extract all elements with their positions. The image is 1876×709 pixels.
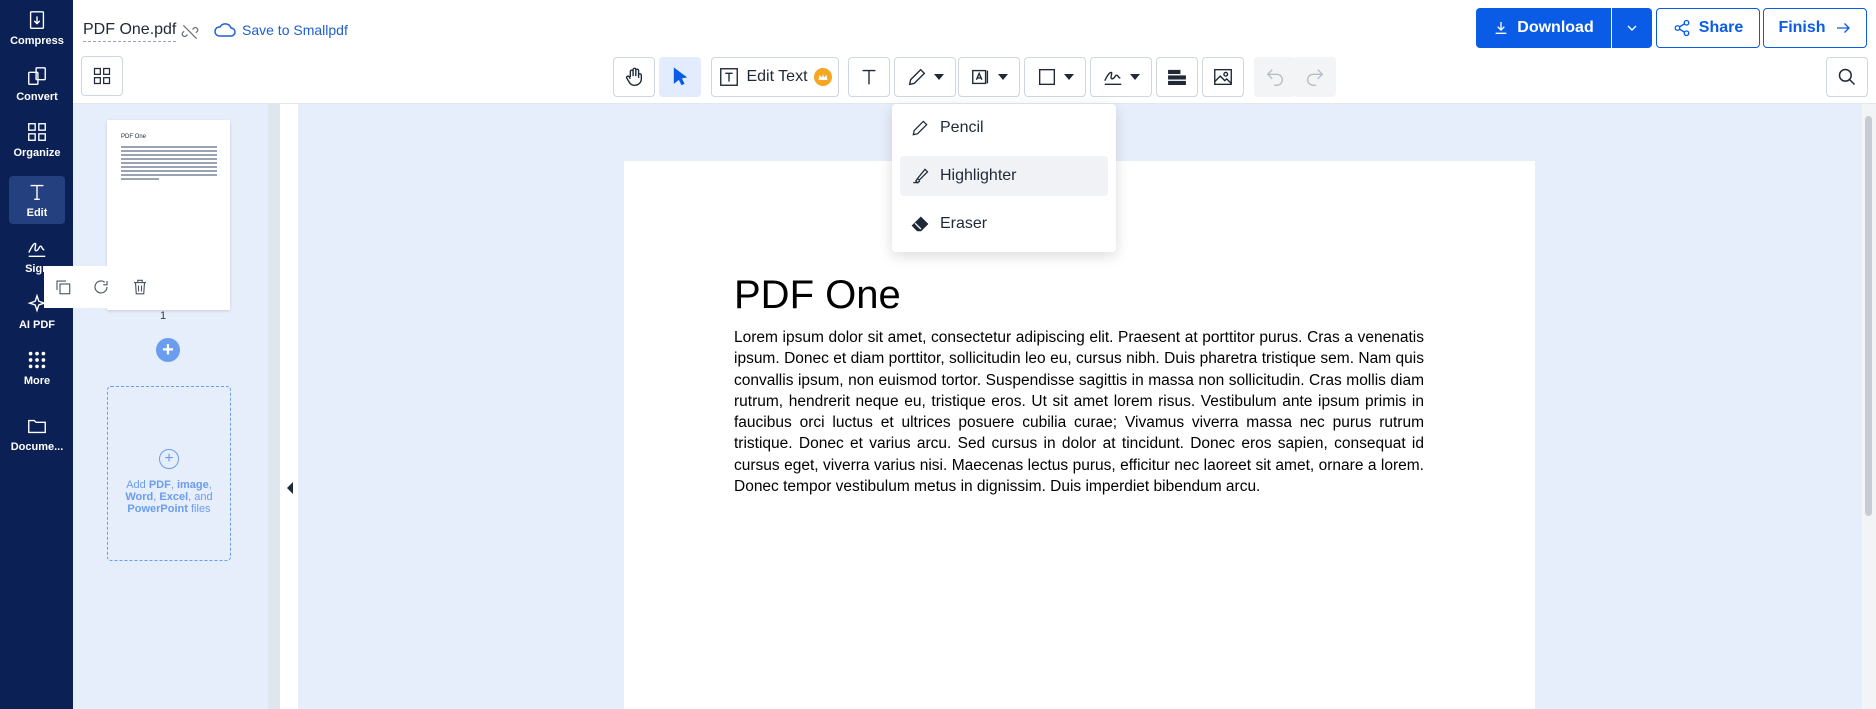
rotate-icon[interactable] xyxy=(92,278,110,296)
sidebar-item-label: Edit xyxy=(26,207,48,219)
dropzone-text: Add PDF, image, Word, Excel, and PowerPo… xyxy=(125,478,213,515)
add-files-dropzone[interactable]: + Add PDF, image, Word, Excel, and Power… xyxy=(107,386,231,561)
menu-item-label: Pencil xyxy=(940,119,984,136)
sidebar-item-label: Organize xyxy=(13,147,61,159)
sidebar-item-label: Compress xyxy=(10,35,64,47)
text-box-icon xyxy=(720,68,739,86)
plus-circle-icon: + xyxy=(159,448,179,469)
download-options-button[interactable] xyxy=(1612,8,1652,48)
sidebar-item-label: Convert xyxy=(16,91,58,103)
thumb-title: PDF One xyxy=(121,134,147,140)
share-icon xyxy=(1674,19,1690,37)
document-title: PDF One xyxy=(734,273,901,317)
chevron-down-icon xyxy=(998,74,1008,80)
collapse-panel-icon[interactable] xyxy=(287,482,293,494)
download-icon xyxy=(1495,22,1507,34)
image-icon xyxy=(1214,68,1232,86)
sidebar-item-documents[interactable]: Docume... xyxy=(9,410,65,458)
vertical-scrollbar[interactable] xyxy=(1862,104,1876,709)
compress-icon xyxy=(29,11,45,29)
redo-icon xyxy=(1307,69,1324,86)
redo-button[interactable] xyxy=(1294,57,1336,97)
add-page-button[interactable]: + xyxy=(156,338,180,362)
unlink-icon[interactable] xyxy=(180,22,200,42)
share-button[interactable]: Share xyxy=(1656,8,1760,48)
signature-icon xyxy=(1104,71,1122,86)
eraser-icon xyxy=(911,216,929,232)
download-label: Download xyxy=(1517,19,1594,36)
chevron-down-icon xyxy=(1627,25,1637,31)
edit-text-button[interactable]: Edit Text xyxy=(711,57,839,97)
folder-icon xyxy=(28,419,46,434)
document-body: Lorem ipsum dolor sit amet, consectetur … xyxy=(734,329,1424,496)
signature-tool-button[interactable] xyxy=(1090,57,1152,97)
square-icon xyxy=(1038,68,1056,86)
undo-button[interactable] xyxy=(1254,57,1296,97)
menu-item-eraser[interactable]: Eraser xyxy=(900,204,1108,244)
pencil-icon xyxy=(912,120,928,136)
search-button[interactable] xyxy=(1826,57,1868,97)
sidebar-item-label: AI PDF xyxy=(18,319,56,331)
text-field-tool-button[interactable] xyxy=(958,57,1020,97)
finish-label: Finish xyxy=(1778,19,1826,36)
hand-icon xyxy=(625,67,643,86)
share-label: Share xyxy=(1698,19,1744,36)
app-sidebar: Compress Convert Organize Edit Sign AI P… xyxy=(0,0,73,709)
thumbnail-actions xyxy=(44,266,159,308)
organize-icon xyxy=(28,123,46,141)
grid-icon xyxy=(93,67,111,85)
pencil-icon xyxy=(908,68,926,86)
highlighter-icon xyxy=(913,168,929,184)
plus-icon: + xyxy=(162,338,174,361)
crown-icon xyxy=(813,68,832,86)
chevron-down-icon xyxy=(1064,74,1074,80)
sidebar-item-label: Docume... xyxy=(10,441,64,453)
search-icon xyxy=(1838,68,1856,86)
text-field-icon xyxy=(972,69,989,85)
sign-icon xyxy=(28,242,46,257)
edit-text-icon xyxy=(30,184,44,201)
text-icon xyxy=(862,69,876,85)
menu-item-label: Highlighter xyxy=(940,167,1017,184)
scrollbar-thumb[interactable] xyxy=(1865,116,1872,516)
convert-icon xyxy=(28,67,46,85)
image-tool-button[interactable] xyxy=(1202,57,1244,97)
draw-tool-button[interactable] xyxy=(894,57,956,97)
finish-button[interactable]: Finish xyxy=(1763,8,1867,48)
chevron-down-icon xyxy=(1130,74,1140,80)
select-tool-button[interactable] xyxy=(659,57,701,97)
hand-tool-button[interactable] xyxy=(613,57,655,97)
draw-tool-menu: Pencil Highlighter Eraser xyxy=(892,104,1116,252)
cursor-arrow-icon xyxy=(673,67,688,86)
add-text-button[interactable] xyxy=(848,57,890,97)
undo-icon xyxy=(1266,69,1283,86)
page-number: 1 xyxy=(160,310,167,322)
more-grid-icon xyxy=(28,351,46,369)
trash-icon[interactable] xyxy=(131,278,149,296)
menu-item-highlighter[interactable]: Highlighter xyxy=(900,156,1108,196)
duplicate-icon[interactable] xyxy=(54,278,72,296)
save-to-smallpdf-link[interactable]: Save to Smallpdf xyxy=(213,21,348,39)
sidebar-item-convert[interactable]: Convert xyxy=(9,60,65,108)
menu-item-pencil[interactable]: Pencil xyxy=(900,108,1108,148)
cloud-icon xyxy=(214,23,236,37)
shape-tool-button[interactable] xyxy=(1024,57,1086,97)
redact-tool-button[interactable] xyxy=(1156,57,1198,97)
save-label: Save to Smallpdf xyxy=(242,22,348,38)
sidebar-item-edit[interactable]: Edit xyxy=(9,176,65,224)
thumbnail-view-button[interactable] xyxy=(81,56,123,96)
sidebar-item-more[interactable]: More xyxy=(9,344,65,392)
arrow-right-icon xyxy=(1836,23,1850,33)
sidebar-item-organize[interactable]: Organize xyxy=(9,116,65,164)
menu-item-label: Eraser xyxy=(940,215,988,232)
sidebar-item-compress[interactable]: Compress xyxy=(9,4,65,52)
file-name[interactable]: PDF One.pdf xyxy=(83,21,177,42)
thumb-text-lines xyxy=(121,146,217,182)
redact-icon xyxy=(1168,69,1186,86)
chevron-down-icon xyxy=(934,74,944,80)
edit-text-label: Edit Text xyxy=(746,68,808,85)
panel-divider[interactable] xyxy=(268,104,280,709)
download-button[interactable]: Download xyxy=(1476,8,1611,48)
sidebar-item-label: More xyxy=(23,375,51,387)
